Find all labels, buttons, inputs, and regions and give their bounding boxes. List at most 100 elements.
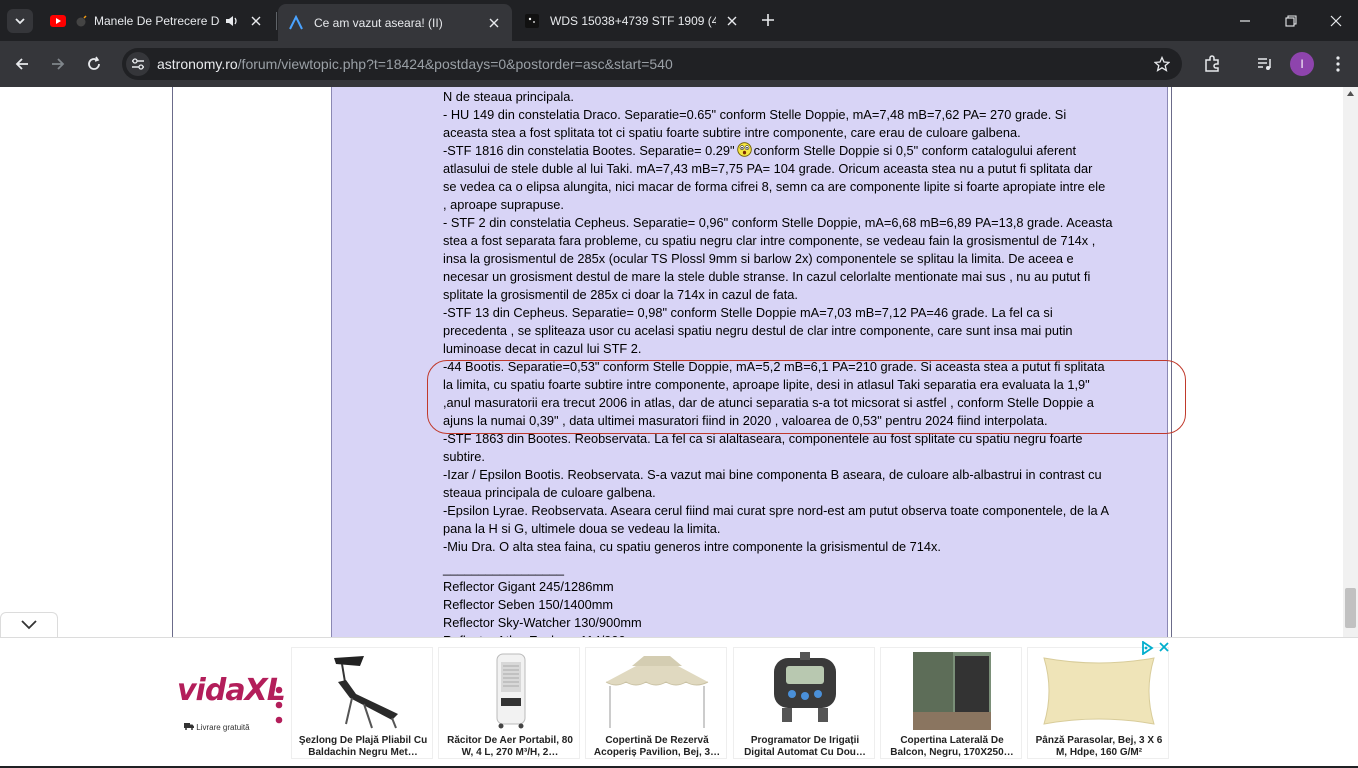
ad-banner[interactable]: vidaXL Livrare gratuită Şezlong De Plajă… [0,637,1358,768]
post-text: N de steaua principala. - HU 149 din con… [443,88,1163,650]
ad-product-card[interactable]: Pânză Parasolar, Bej, 3 X 6 M, Hdpe, 160… [1027,647,1169,759]
back-button[interactable] [10,52,34,76]
close-window-button[interactable] [1313,0,1358,41]
music-queue-icon [1258,58,1271,70]
reload-button[interactable] [82,52,106,76]
browser-toolbar: astronomy.ro/forum/viewtopic.php?t=18424… [0,41,1358,87]
air-cooler-image [496,653,526,729]
ad-product-title: Copertină De Rezervă Acoperiș Pavilion, … [593,735,721,758]
youtube-icon [50,13,66,29]
page-viewport: N de steaua principala. - HU 149 din con… [0,87,1358,768]
signature-line: Reflector Seben 150/1400mm [443,597,614,612]
puzzle-icon [1205,55,1219,72]
forward-button[interactable] [46,52,70,76]
tab-title: Ce am vazut aseara! (II) [314,15,443,30]
minimize-button[interactable] [1222,0,1268,41]
arrow-left-icon [15,58,28,70]
tab-wds[interactable]: WDS 15038+4739 STF 1909 (44 [514,4,750,37]
url-host: astronomy.ro [157,56,238,72]
menu-button[interactable] [1326,52,1350,76]
tab-ce-am-vazut[interactable]: Ce am vazut aseara! (II) [278,4,512,41]
post-line: -Epsilon Lyrae. Reobservata. Aseara ceru… [443,503,1110,518]
tune-icon [132,58,144,70]
tab-title: Manele De Petrecere De [94,13,220,28]
balcony-screen-image [913,652,991,730]
post-line: -STF 13 din Cepheus. Separatie= 0,98" co… [443,305,1053,320]
post-line: stea a fost separata fara probleme, cu s… [443,233,1096,248]
post-line: steaua principala de culoare galbena. [443,485,656,500]
post-line: - STF 2 din constelatia Cepheus. Separat… [443,215,1113,230]
ad-product-card[interactable]: Programator De Irigații Digital Automat … [733,647,875,759]
post-line: insa la grosismentul de 285x (ocular TS … [443,251,1074,266]
vertical-dots-icon [275,686,283,724]
post-line: la limita, cu spatiu foarte subtire intr… [443,377,1090,392]
plus-icon [762,14,774,26]
site-favicon-icon [524,13,540,29]
post-line: ,anul masuratorii era trecut 2006 in atl… [443,395,1094,410]
ad-product-card[interactable]: Copertina Laterală De Balcon, Negru, 170… [880,647,1022,759]
post-line: necesar un grosisment destul de mare la … [443,269,1091,284]
ad-product-title: Copertina Laterală De Balcon, Negru, 170… [890,735,1014,758]
post-line: luminoase decat in cazul lui STF 2. [443,341,642,356]
close-icon [1330,15,1342,26]
scrollbar-thumb[interactable] [1345,588,1356,628]
bomb-emoji-icon [76,13,88,29]
speaker-icon[interactable] [224,13,240,29]
brand-wordmark: vidaXL [177,673,286,708]
bookmark-button[interactable] [1152,54,1172,74]
ad-product-card[interactable]: Răcitor De Aer Portabil, 80 W, 4 L, 270 … [438,647,580,759]
post-line: aceasta stea a fost splitata tot ci spat… [443,125,1021,140]
site-info-button[interactable] [126,52,150,76]
vidaxl-logo[interactable]: vidaXL Livrare gratuită [170,645,286,765]
kebab-menu-icon [1336,56,1340,72]
star-icon [1154,56,1170,72]
post-line: -STF 1863 din Bootes. Reobservata. La fe… [443,431,1083,446]
tab-manele[interactable]: Manele De Petrecere De [40,4,274,37]
ad-product-card[interactable]: Şezlong De Plajă Pliabil Cu Baldachin Ne… [291,647,433,759]
arrow-right-icon [52,58,65,70]
post-line: N de steaua principala. [443,89,574,104]
ad-product-title: Răcitor De Aer Portabil, 80 W, 4 L, 270 … [447,735,573,758]
post-line: , aproape suprapuse. [443,197,564,212]
tab-strip: Manele De Petrecere De Ce am vazut asear… [0,0,1358,41]
close-icon[interactable] [1158,641,1170,653]
post-line: precedenta , se spliteaza usor cu acelas… [443,323,1073,338]
url-path: /forum/viewtopic.php?t=18424&postdays=0&… [237,56,673,72]
close-tab-icon[interactable] [724,13,740,29]
delivery-truck-icon [184,723,194,730]
address-bar[interactable]: astronomy.ro/forum/viewtopic.php?t=18424… [122,48,1182,80]
minimize-icon [1240,19,1250,22]
close-tab-icon[interactable] [486,15,502,31]
post-line: ajuns la numai 0,39" , data ultimei masu… [443,413,1048,428]
restore-icon [1285,14,1297,27]
chevron-down-icon [15,18,25,25]
reload-icon [88,56,100,70]
tab-search-button[interactable] [7,9,33,33]
signature-line: Reflector Gigant 245/1286mm [443,579,614,594]
ad-product-card[interactable]: Copertină De Rezervă Acoperiș Pavilion, … [585,647,727,759]
ad-product-title: Şezlong De Plajă Pliabil Cu Baldachin Ne… [298,735,428,758]
close-tab-icon[interactable] [248,13,264,29]
ad-product-title: Pânză Parasolar, Bej, 3 X 6 M, Hdpe, 160… [1035,735,1163,758]
ad-product-title: Programator De Irigații Digital Automat … [744,735,866,758]
profile-avatar[interactable]: I [1290,52,1314,76]
free-shipping-label: Livrare gratuită [184,723,250,732]
tab-title: WDS 15038+4739 STF 1909 (44 [550,13,716,28]
ad-collapse-button[interactable] [0,612,58,637]
shocked-emoticon-icon [736,142,752,157]
ad-choices-icon[interactable] [1140,641,1154,655]
url-text[interactable]: astronomy.ro/forum/viewtopic.php?t=18424… [157,56,673,72]
astronomy-ro-icon [288,14,304,31]
restore-button[interactable] [1268,0,1314,41]
scroll-up-icon[interactable] [1347,91,1354,96]
gazebo-roof-image [605,656,709,728]
new-tab-button[interactable] [758,10,778,30]
chevron-down-icon [21,620,37,630]
extensions-button[interactable] [1200,52,1224,76]
post-line: splitate la grosismentil de 285x ci doar… [443,287,798,302]
signature-rule: _________________ [443,561,564,576]
post-line: - HU 149 din constelatia Draco. Separati… [443,107,1067,122]
media-controls-button[interactable] [1253,52,1277,76]
post-line: subtire. [443,449,485,464]
post-line: -Izar / Epsilon Bootis. Reobservata. S-a… [443,467,1102,482]
